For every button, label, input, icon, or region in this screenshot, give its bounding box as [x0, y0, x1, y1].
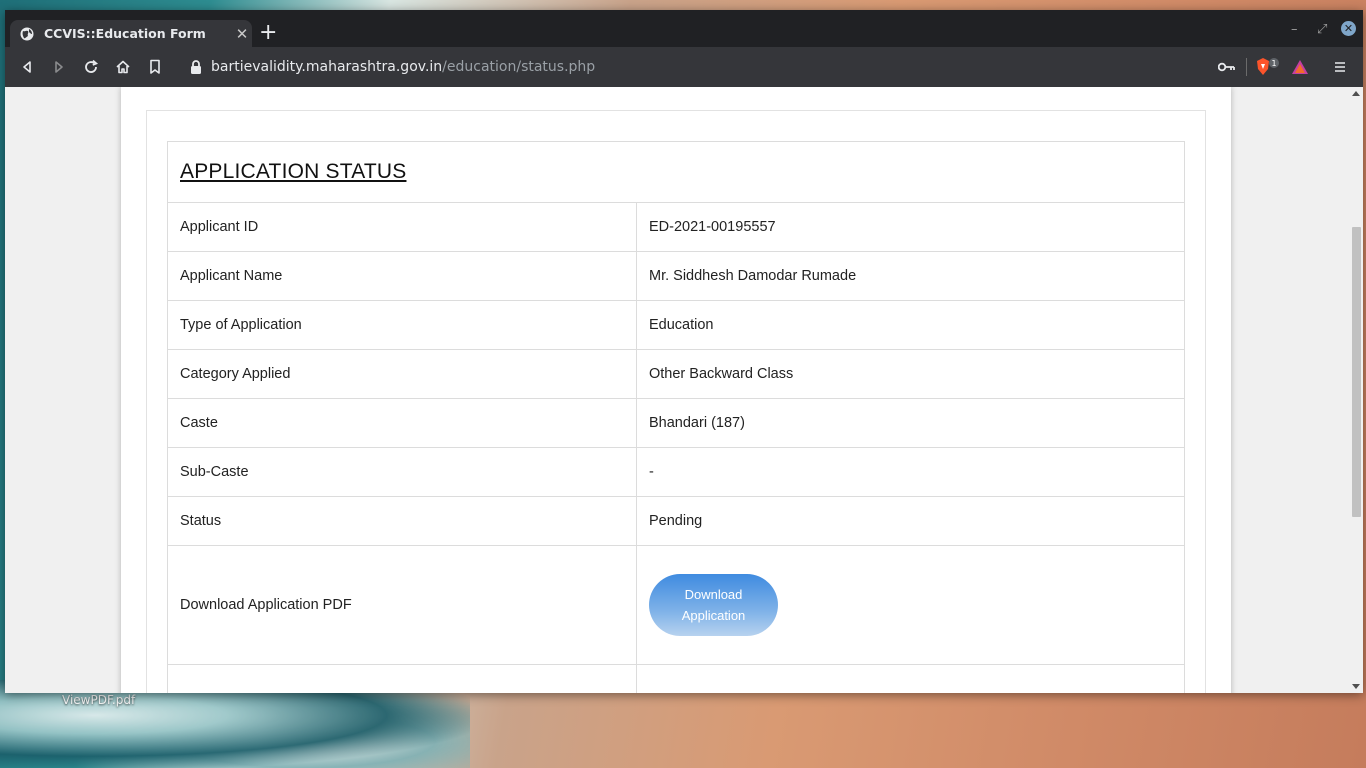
- scroll-down-icon[interactable]: [1352, 684, 1360, 689]
- table-row: Applicant ID ED-2021-00195557: [167, 202, 1185, 252]
- lock-icon[interactable]: [189, 59, 203, 75]
- heading-cell: APPLICATION STATUS: [167, 141, 1185, 203]
- page-viewport[interactable]: APPLICATION STATUS Applicant ID ED-2021-…: [5, 87, 1350, 693]
- row-value-applicant-id: ED-2021-00195557: [636, 202, 1185, 252]
- forward-icon[interactable]: [49, 57, 69, 77]
- key-icon[interactable]: [1217, 57, 1237, 77]
- tab-title: CCVIS::Education Form: [44, 26, 206, 41]
- desktop-file-label[interactable]: ViewPDF.pdf: [62, 693, 135, 707]
- table-row: Sub-Caste -: [167, 447, 1185, 497]
- back-icon[interactable]: [17, 57, 37, 77]
- row-label-status: Status: [167, 496, 637, 546]
- application-status-table: APPLICATION STATUS Applicant ID ED-2021-…: [167, 141, 1185, 693]
- browser-toolbar: bartievalidity.maharashtra.gov.in/educat…: [5, 47, 1363, 87]
- row-value-status: Pending: [636, 496, 1185, 546]
- url-path: /education/status.php: [442, 59, 596, 75]
- url-domain: bartievalidity.maharashtra.gov.in: [211, 59, 443, 75]
- scroll-up-icon[interactable]: [1352, 91, 1360, 96]
- row-label-applicant-name: Applicant Name: [167, 251, 637, 301]
- brave-shield-icon[interactable]: 1: [1255, 57, 1281, 77]
- table-row: Applicant Name Mr. Siddhesh Damodar Ruma…: [167, 251, 1185, 301]
- table-row: Status Pending: [167, 496, 1185, 546]
- toolbar-divider: [1246, 58, 1247, 76]
- minimize-icon[interactable]: –: [1291, 22, 1298, 37]
- row-value-sub-caste: -: [636, 447, 1185, 497]
- row-value-download: Download Application: [636, 545, 1185, 665]
- row-value-application-type: Education: [636, 300, 1185, 350]
- row-label-caste: Caste: [167, 398, 637, 448]
- tab-bar: CCVIS::Education Form ✕ + – ⤢ ✕: [5, 10, 1363, 47]
- bookmark-icon[interactable]: [145, 57, 165, 77]
- address-bar[interactable]: bartievalidity.maharashtra.gov.in/educat…: [211, 53, 1051, 81]
- scrollbar-thumb[interactable]: [1352, 227, 1361, 517]
- table-row-partial: [167, 664, 1185, 693]
- tab-active[interactable]: CCVIS::Education Form ✕: [10, 20, 252, 47]
- row-label-empty: [167, 664, 637, 693]
- maximize-icon[interactable]: ⤢: [1317, 22, 1327, 37]
- svg-text:1: 1: [1271, 59, 1276, 68]
- row-value-applicant-name: Mr. Siddhesh Damodar Rumade: [636, 251, 1185, 301]
- table-row: Type of Application Education: [167, 300, 1185, 350]
- row-label-application-type: Type of Application: [167, 300, 637, 350]
- page-container: APPLICATION STATUS Applicant ID ED-2021-…: [121, 87, 1231, 693]
- browser-window: CCVIS::Education Form ✕ + – ⤢ ✕ bartieva…: [5, 10, 1363, 693]
- row-label-category: Category Applied: [167, 349, 637, 399]
- close-icon[interactable]: ✕: [232, 25, 252, 43]
- table-row: Category Applied Other Backward Class: [167, 349, 1185, 399]
- table-row-download: Download Application PDF Download Applic…: [167, 545, 1185, 665]
- row-value-category: Other Backward Class: [636, 349, 1185, 399]
- page-title: APPLICATION STATUS: [180, 160, 407, 183]
- row-value-caste: Bhandari (187): [636, 398, 1185, 448]
- window-close-icon[interactable]: ✕: [1341, 21, 1356, 36]
- menu-icon[interactable]: [1330, 57, 1350, 77]
- brave-rewards-icon[interactable]: [1290, 57, 1310, 77]
- download-application-button[interactable]: Download Application: [649, 574, 778, 636]
- reload-icon[interactable]: [81, 57, 101, 77]
- status-panel: APPLICATION STATUS Applicant ID ED-2021-…: [146, 110, 1206, 693]
- row-label-applicant-id: Applicant ID: [167, 202, 637, 252]
- plus-icon[interactable]: +: [259, 22, 277, 44]
- table-row: Caste Bhandari (187): [167, 398, 1185, 448]
- home-icon[interactable]: [113, 57, 133, 77]
- row-value-empty: [636, 664, 1185, 693]
- globe-icon: [19, 26, 35, 42]
- vertical-scrollbar[interactable]: [1350, 87, 1363, 693]
- row-label-sub-caste: Sub-Caste: [167, 447, 637, 497]
- row-label-download: Download Application PDF: [167, 545, 637, 665]
